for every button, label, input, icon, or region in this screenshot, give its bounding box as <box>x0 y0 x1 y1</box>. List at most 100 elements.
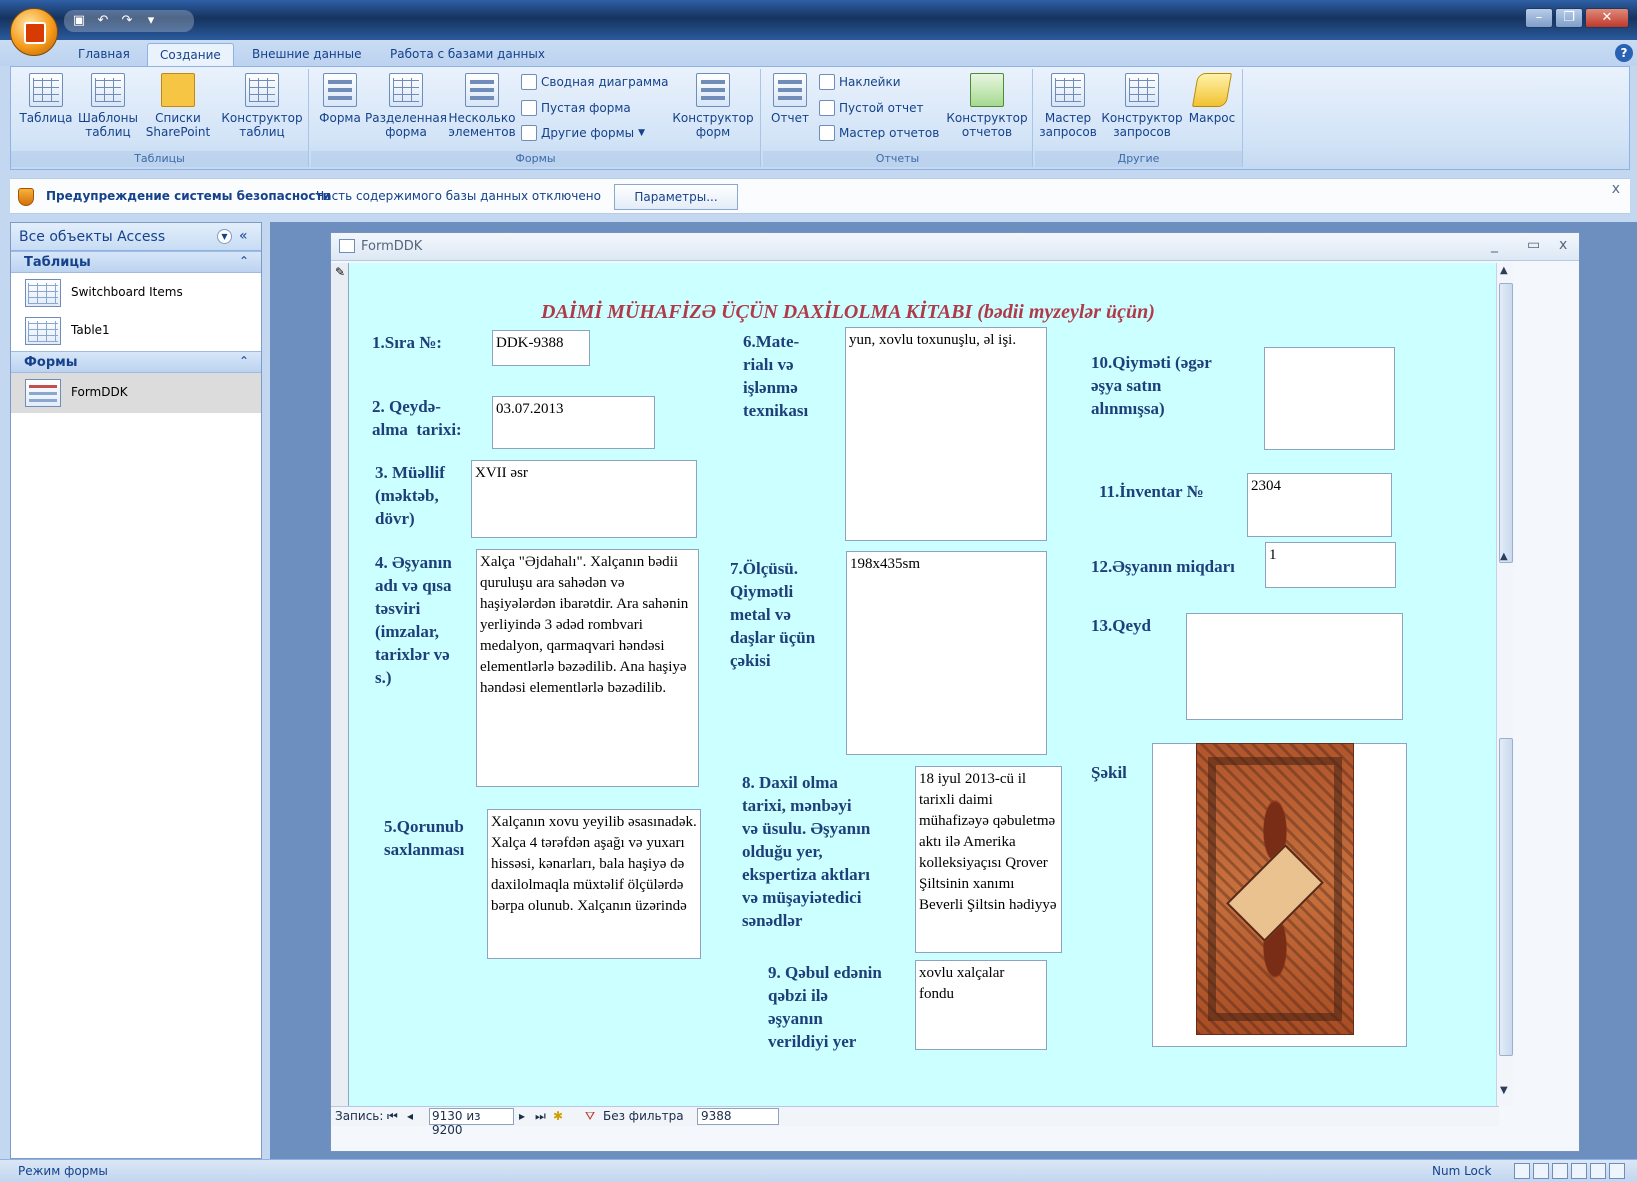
undo-icon[interactable]: ↶ <box>96 14 110 28</box>
first-record-icon[interactable]: ⏮ <box>387 1109 398 1124</box>
other-forms-button[interactable]: Другие формы ▼ <box>521 122 645 144</box>
label-inventory-number: 11.İnventar № <box>1099 482 1204 501</box>
label-note: 13.Qeyd <box>1091 616 1151 635</box>
group-label-tables: Таблицы <box>11 151 308 167</box>
nav-group-tables[interactable]: Таблицы ⌃ <box>11 251 261 273</box>
filter-toggle[interactable]: Без фильтра <box>603 1109 684 1123</box>
multiple-items-button[interactable]: Несколько элементов <box>447 73 517 139</box>
record-selector[interactable]: ✎ <box>331 263 349 1106</box>
ribbon-tabs: Главная Создание Внешние данные Работа с… <box>0 40 1637 66</box>
layout-view-icon[interactable] <box>1590 1163 1606 1179</box>
pivot-chart-icon <box>521 74 537 90</box>
nav-group-forms[interactable]: Формы ⌃ <box>11 351 261 373</box>
vertical-scrollbar[interactable]: ▲ ▲ ▼ <box>1496 263 1514 1106</box>
redo-icon[interactable]: ↷ <box>120 14 134 28</box>
table-button[interactable]: Таблица <box>17 73 75 125</box>
window-controls: – ❐ ✕ <box>1525 8 1629 28</box>
sharepoint-lists-button[interactable]: Списки SharePoint <box>141 73 215 139</box>
close-button[interactable]: ✕ <box>1585 8 1629 28</box>
scroll-up-icon[interactable]: ▲ <box>1500 551 1508 562</box>
table-designer-button[interactable]: Конструктор таблиц <box>219 73 305 139</box>
report-designer-button[interactable]: Конструктор отчетов <box>945 73 1029 139</box>
save-icon[interactable]: ▣ <box>72 14 86 28</box>
scrollbar-thumb[interactable] <box>1499 738 1513 1056</box>
tab-database-tools[interactable]: Работа с базами данных <box>378 43 557 66</box>
query-designer-button[interactable]: Конструктор запросов <box>1101 73 1183 139</box>
restore-button[interactable]: ❐ <box>1555 8 1583 28</box>
next-record-icon[interactable]: ▸ <box>519 1109 525 1123</box>
design-view-icon[interactable] <box>1609 1163 1625 1179</box>
field-note[interactable] <box>1186 613 1403 720</box>
collapse-up-icon[interactable]: ⌃ <box>239 354 249 368</box>
labels-button[interactable]: Наклейки <box>819 71 901 93</box>
tab-external-data[interactable]: Внешние данные <box>240 43 373 66</box>
form-designer-button[interactable]: Конструктор форм <box>671 73 755 139</box>
last-record-icon[interactable]: ⏭ <box>535 1109 546 1124</box>
form-button[interactable]: Форма <box>315 73 365 125</box>
datasheet-view-icon[interactable] <box>1533 1163 1549 1179</box>
field-registration-date[interactable]: 03.07.2013 <box>492 396 655 449</box>
report-designer-icon <box>970 73 1004 107</box>
table-designer-icon <box>245 73 279 107</box>
scrollbar-thumb[interactable] <box>1499 283 1513 563</box>
blank-report-button[interactable]: Пустой отчет <box>819 97 923 119</box>
form-minimize-button[interactable]: _ <box>1491 237 1498 253</box>
label-item-description: 4. Əşyanın adı və qısa təsviri (imzalar,… <box>375 553 452 687</box>
chevron-down-icon[interactable]: ▼ <box>217 229 232 244</box>
nav-item-label: FormDDK <box>71 385 128 399</box>
blank-form-button[interactable]: Пустая форма <box>521 97 631 119</box>
report-button[interactable]: Отчет <box>767 73 813 125</box>
scroll-up-icon[interactable]: ▲ <box>1500 265 1508 276</box>
group-label-other: Другие <box>1035 151 1242 167</box>
field-author[interactable]: XVII əsr <box>471 460 697 538</box>
form-close-button[interactable]: x <box>1559 237 1567 253</box>
field-receipt-location[interactable]: xovlu xalçalar fondu <box>915 960 1047 1050</box>
pivot-table-view-icon[interactable] <box>1552 1163 1568 1179</box>
tab-create[interactable]: Создание <box>147 43 234 66</box>
field-seq-number[interactable]: DDK-9388 <box>492 330 590 366</box>
report-wizard-button[interactable]: Мастер отчетов <box>819 122 939 144</box>
macro-button[interactable]: Макрос <box>1185 73 1239 125</box>
nav-item-label: Table1 <box>71 323 110 337</box>
office-button[interactable] <box>10 8 58 56</box>
field-price[interactable] <box>1264 347 1395 450</box>
form-view-icon[interactable] <box>1514 1163 1530 1179</box>
table-templates-button[interactable]: Шаблоны таблиц <box>75 73 141 139</box>
group-reports: Отчет Наклейки Пустой отчет Мастер отчет… <box>763 69 1033 167</box>
blank-form-icon <box>521 100 537 116</box>
field-size-weight[interactable]: 198x435sm <box>846 551 1047 755</box>
collapse-up-icon[interactable]: ⌃ <box>239 254 249 268</box>
nav-header[interactable]: Все объекты Access ▼ « <box>11 223 261 251</box>
record-search-input[interactable]: 9388 <box>697 1108 779 1125</box>
field-inventory-number[interactable]: 2304 <box>1247 473 1392 537</box>
nav-item-label: Switchboard Items <box>71 285 183 299</box>
field-material-technique[interactable]: yun, xovlu toxunuşlu, əl işi. <box>845 327 1047 541</box>
customize-toolbar-icon[interactable]: ▾ <box>144 14 158 28</box>
previous-record-icon[interactable]: ◂ <box>407 1109 413 1123</box>
nav-item-switchboard-items[interactable]: Switchboard Items <box>11 273 261 313</box>
field-item-description[interactable]: Xalça "Əjdahalı". Xalçanın bədii quruluş… <box>476 549 699 787</box>
nav-item-table1[interactable]: Table1 <box>11 311 261 351</box>
security-options-button[interactable]: Параметры... <box>614 184 738 210</box>
pivot-chart-button[interactable]: Сводная диаграмма <box>521 71 669 93</box>
close-icon[interactable]: x <box>1612 181 1620 197</box>
report-wizard-icon <box>819 125 835 141</box>
minimize-button[interactable]: – <box>1525 8 1553 28</box>
scroll-down-icon[interactable]: ▼ <box>1500 1085 1508 1096</box>
nav-title: Все объекты Access <box>19 229 166 245</box>
new-record-icon[interactable]: ✱ <box>553 1109 563 1123</box>
pivot-chart-view-icon[interactable] <box>1571 1163 1587 1179</box>
nav-item-formddk[interactable]: FormDDK <box>11 373 261 413</box>
field-preservation[interactable]: Xalçanın xovu yeyilib əsasınadək. Xalça … <box>487 809 701 959</box>
field-quantity[interactable]: 1 <box>1265 542 1396 588</box>
collapse-pane-icon[interactable]: « <box>239 228 248 244</box>
window-title-bar <box>0 0 1637 40</box>
field-entry-details[interactable]: 18 iyul 2013-cü il tarixli daimi mühafiz… <box>915 766 1062 953</box>
form-maximize-button[interactable]: ▭ <box>1527 237 1540 253</box>
tab-home[interactable]: Главная <box>66 43 142 66</box>
split-form-button[interactable]: Разделенная форма <box>365 73 447 139</box>
query-wizard-button[interactable]: Мастер запросов <box>1037 73 1099 139</box>
sharepoint-lists-icon <box>161 73 195 107</box>
current-record-input[interactable]: 9130 из 9200 <box>429 1108 514 1137</box>
help-icon[interactable]: ? <box>1615 44 1633 62</box>
